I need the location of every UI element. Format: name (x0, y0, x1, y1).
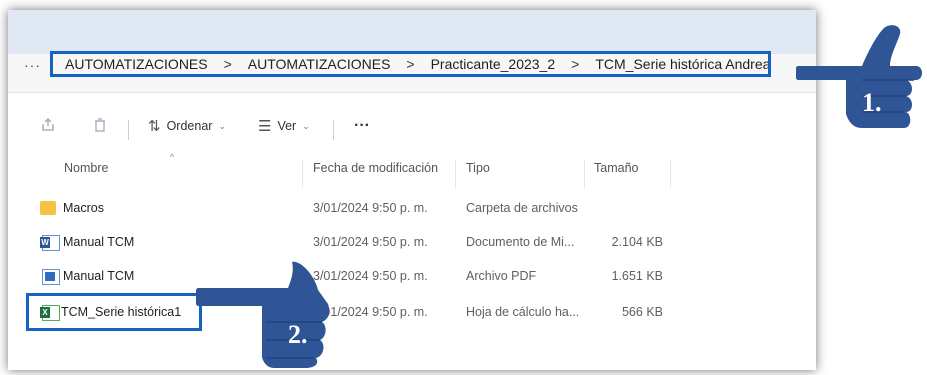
column-divider[interactable] (302, 160, 303, 188)
file-type: Documento de Mi... (466, 235, 575, 249)
column-divider[interactable] (455, 160, 456, 188)
pointing-hand-icon (795, 25, 922, 128)
annotation-label-1: 1. (862, 88, 882, 117)
pointing-hand-icon (195, 261, 330, 368)
column-header-name[interactable]: Nombre (64, 161, 108, 175)
delete-button[interactable] (92, 117, 108, 133)
toolbar-divider (333, 120, 334, 140)
breadcrumb-more-button[interactable]: ··· (24, 57, 41, 73)
breadcrumb-separator-icon: > (406, 56, 415, 72)
share-icon (42, 118, 54, 131)
breadcrumb: AUTOMATIZACIONES > AUTOMATIZACIONES > Pr… (50, 51, 771, 77)
chevron-down-icon: ⌄ (218, 120, 226, 131)
trash-icon (95, 118, 105, 132)
view-label: Ver (277, 119, 297, 133)
view-button[interactable]: ☰ Ver ⌄ (258, 117, 310, 135)
file-row[interactable]: Macros 3/01/2024 9:50 p. m. Carpeta de a… (0, 198, 808, 226)
column-header-type[interactable]: Tipo (466, 161, 490, 175)
file-row[interactable]: Manual TCM 3/01/2024 9:50 p. m. Archivo … (0, 266, 808, 294)
toolbar-divider (128, 120, 129, 140)
file-type: Hoja de cálculo ha... (466, 305, 580, 319)
column-divider[interactable] (584, 160, 585, 188)
file-row[interactable]: Manual TCM 3/01/2024 9:50 p. m. Document… (0, 232, 808, 260)
file-size: 2.104 KB (611, 235, 663, 249)
folder-icon (40, 201, 56, 215)
breadcrumb-segment[interactable]: AUTOMATIZACIONES (242, 56, 397, 72)
word-file-icon (40, 235, 60, 251)
annotation-label-2: 2. (288, 320, 308, 349)
file-type: Carpeta de archivos (466, 201, 578, 215)
sort-ascending-icon: ^ (170, 152, 175, 162)
file-size: 566 KB (621, 305, 663, 319)
more-options-button[interactable]: ··· (354, 117, 370, 135)
highlighted-file-box (26, 293, 202, 331)
pointing-hand-annotation-2: 2. (195, 260, 346, 370)
breadcrumb-separator-icon: > (223, 56, 232, 72)
column-divider[interactable] (670, 160, 671, 188)
file-modified: 3/01/2024 9:50 p. m. (313, 235, 428, 249)
breadcrumb-separator-icon: > (571, 56, 580, 72)
column-header-modified[interactable]: Fecha de modificación (313, 161, 438, 175)
column-header-size[interactable]: Tamaño (594, 161, 638, 175)
sort-button[interactable]: ⇅ Ordenar ⌄ (148, 117, 226, 135)
pointing-hand-annotation-1: 1. (795, 22, 926, 137)
title-bar (8, 10, 816, 54)
chevron-down-icon: ⌄ (302, 120, 310, 131)
view-lines-icon: ☰ (258, 118, 272, 135)
pdf-file-icon (42, 269, 60, 285)
breadcrumb-segment[interactable]: Practicante_2023_2 (425, 56, 562, 72)
file-name: Manual TCM (63, 269, 135, 283)
file-size: 1.651 KB (611, 269, 663, 283)
file-name: Macros (63, 201, 104, 215)
file-type: Archivo PDF (466, 269, 537, 283)
share-button[interactable] (40, 117, 56, 133)
breadcrumb-segment[interactable]: AUTOMATIZACIONES (59, 56, 214, 72)
sort-label: Ordenar (166, 119, 213, 133)
sort-arrows-icon: ⇅ (148, 118, 161, 135)
file-name: Manual TCM (63, 235, 135, 249)
file-modified: 3/01/2024 9:50 p. m. (313, 201, 428, 215)
breadcrumb-segment[interactable]: TCM_Serie histórica Andrea (589, 56, 768, 72)
page: ··· AUTOMATIZACIONES > AUTOMATIZACIONES … (0, 0, 927, 370)
